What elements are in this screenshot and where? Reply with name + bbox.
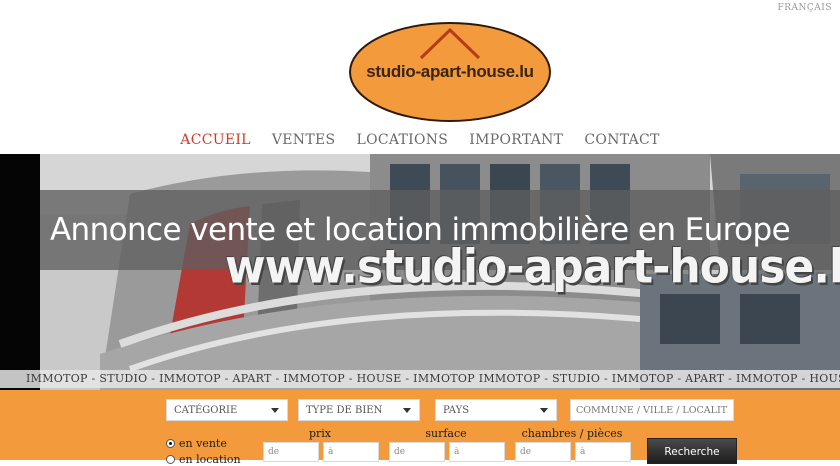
language-selector[interactable]: FRANÇAIS: [777, 3, 832, 13]
country-select[interactable]: PAYS: [435, 399, 557, 421]
chevron-down-icon: [271, 408, 279, 413]
nav-item-contact[interactable]: CONTACT: [584, 132, 659, 148]
search-panel: CATÉGORIE TYPE DE BIEN PAYS en vente en …: [0, 390, 840, 466]
property-type-select[interactable]: TYPE DE BIEN: [298, 399, 420, 421]
banner-tagline: Annonce vente et location immobilière en…: [49, 212, 791, 248]
site-logo[interactable]: studio-apart-house.lu: [349, 18, 551, 122]
radio-checked-icon: [166, 439, 175, 448]
logo-text: studio-apart-house.lu: [366, 62, 534, 81]
hero-banner: www.studio-apart-house.lu Annonce vente …: [0, 154, 840, 390]
ticker-text: IMMOTOP - STUDIO - IMMOTOP - APART - IMM…: [26, 372, 840, 385]
nav-item-ventes[interactable]: VENTES: [272, 132, 336, 148]
rooms-to-input[interactable]: [575, 442, 631, 462]
price-to-input[interactable]: [323, 442, 379, 462]
banner-watermark: www.studio-apart-house.lu: [225, 240, 840, 295]
category-select-label: CATÉGORIE: [174, 405, 238, 416]
nav-item-locations[interactable]: LOCATIONS: [356, 132, 448, 148]
price-label: prix: [308, 427, 332, 440]
search-button[interactable]: Recherche: [647, 438, 737, 464]
surface-from-input[interactable]: [389, 442, 445, 462]
radio-for-sale-label: en vente: [179, 437, 227, 450]
price-from-input[interactable]: [263, 442, 319, 462]
chevron-down-icon: [540, 408, 548, 413]
country-select-label: PAYS: [443, 405, 470, 416]
location-input[interactable]: [570, 399, 734, 421]
category-select[interactable]: CATÉGORIE: [166, 399, 288, 421]
banner-ticker: IMMOTOP - STUDIO - IMMOTOP - APART - IMM…: [0, 370, 840, 388]
nav-item-accueil[interactable]: ACCUEIL: [180, 132, 250, 148]
rooms-label: chambres / pièces: [521, 427, 623, 440]
banner-black-strip: [0, 154, 40, 390]
radio-for-sale[interactable]: en vente: [166, 437, 227, 450]
nav-item-important[interactable]: IMPORTANT: [469, 132, 563, 148]
rooms-from-input[interactable]: [515, 442, 571, 462]
property-type-select-label: TYPE DE BIEN: [306, 405, 383, 416]
main-navigation: ACCUEIL VENTES LOCATIONS IMPORTANT CONTA…: [0, 129, 840, 151]
surface-to-input[interactable]: [449, 442, 505, 462]
chevron-down-icon: [403, 408, 411, 413]
surface-label: surface: [425, 427, 467, 440]
